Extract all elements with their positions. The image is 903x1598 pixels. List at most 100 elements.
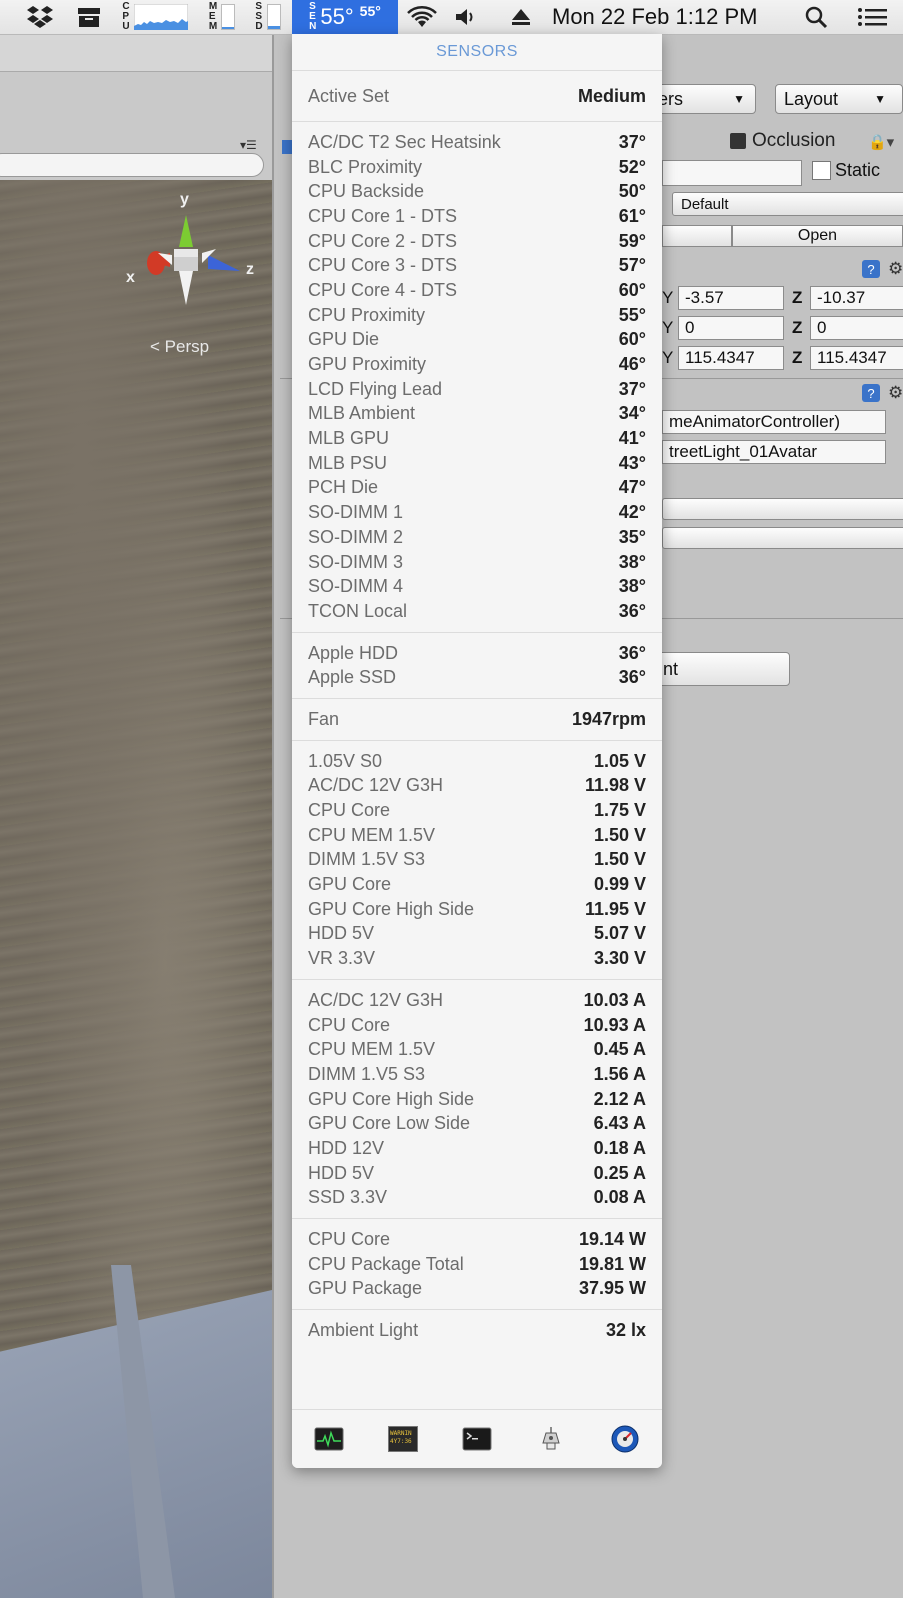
- current-sensor-row[interactable]: DIMM 1.V5 S3 1.56 A: [292, 1062, 662, 1087]
- temp-sensor-row[interactable]: GPU Proximity 46°: [292, 352, 662, 377]
- spotlight-search-icon[interactable]: [800, 0, 832, 34]
- temp-sensor-row[interactable]: MLB GPU 41°: [292, 426, 662, 451]
- position-z-field[interactable]: -10.37: [810, 286, 903, 310]
- power-sensor-row[interactable]: CPU Core 19.14 W: [292, 1227, 662, 1252]
- temp-sensor-row[interactable]: AC/DC T2 Sec Heatsink 37°: [292, 130, 662, 155]
- console-icon[interactable]: WARNIN 4Y7:36: [388, 1426, 418, 1452]
- temp-sensor-value: 55°: [618, 304, 646, 325]
- memory-monitor[interactable]: M E M: [202, 0, 242, 34]
- current-sensor-value: 1.56 A: [593, 1063, 646, 1084]
- temp-sensor-row[interactable]: CPU Core 3 - DTS 57°: [292, 253, 662, 278]
- open-button[interactable]: Open: [732, 225, 903, 247]
- voltage-sensor-row[interactable]: GPU Core 0.99 V: [292, 872, 662, 897]
- temp-sensor-row[interactable]: SO-DIMM 2 35°: [292, 525, 662, 550]
- current-sensor-row[interactable]: CPU MEM 1.5V 0.45 A: [292, 1037, 662, 1062]
- light-section: Ambient Light 32 lx: [292, 1310, 662, 1351]
- temp-sensor-row[interactable]: SO-DIMM 3 38°: [292, 550, 662, 575]
- temp-sensor-row[interactable]: BLC Proximity 52°: [292, 155, 662, 180]
- current-sensor-row[interactable]: HDD 5V 0.25 A: [292, 1161, 662, 1186]
- temp-sensor-row[interactable]: CPU Proximity 55°: [292, 303, 662, 328]
- temp-sensor-row[interactable]: LCD Flying Lead 37°: [292, 377, 662, 402]
- scene-search-input[interactable]: [0, 153, 264, 177]
- current-sensor-row[interactable]: SSD 3.3V 0.08 A: [292, 1186, 662, 1211]
- disk-utility-icon[interactable]: [610, 1425, 640, 1453]
- active-set-value[interactable]: Medium: [578, 86, 646, 107]
- current-sensor-row[interactable]: GPU Core Low Side 6.43 A: [292, 1111, 662, 1136]
- wifi-icon[interactable]: [402, 0, 442, 34]
- temp-sensor-row[interactable]: CPU Core 4 - DTS 60°: [292, 278, 662, 303]
- eject-icon[interactable]: [506, 0, 536, 34]
- rotation-z-field[interactable]: 0: [810, 316, 903, 340]
- light-sensor-row[interactable]: Ambient Light 32 lx: [292, 1318, 662, 1343]
- current-sensor-row[interactable]: HDD 12V 0.18 A: [292, 1136, 662, 1161]
- archive-icon[interactable]: [72, 0, 106, 34]
- active-set-row[interactable]: Active Set Medium: [292, 71, 662, 122]
- occlusion-tab[interactable]: Occlusion: [730, 130, 835, 152]
- activity-monitor-icon[interactable]: [314, 1426, 344, 1452]
- sensors-menu-button[interactable]: S E N 55° 55°: [292, 0, 398, 34]
- temp-sensor-row[interactable]: MLB Ambient 34°: [292, 402, 662, 427]
- avatar-field[interactable]: treetLight_01Avatar: [662, 440, 886, 464]
- notification-center-icon[interactable]: [852, 0, 892, 34]
- fan-sensor-row[interactable]: Fan 1947rpm: [292, 707, 662, 732]
- drive-sensor-row[interactable]: Apple SSD 36°: [292, 665, 662, 690]
- voltage-sensor-row[interactable]: AC/DC 12V G3H 11.98 V: [292, 774, 662, 799]
- scale-y-field[interactable]: 115.4347: [678, 346, 784, 370]
- voltage-sensor-row[interactable]: CPU MEM 1.5V 1.50 V: [292, 823, 662, 848]
- animator-help-icon[interactable]: ?: [862, 384, 880, 402]
- cpu-monitor[interactable]: C P U: [118, 0, 192, 34]
- voltage-sensor-row[interactable]: 1.05V S0 1.05 V: [292, 749, 662, 774]
- dropbox-icon[interactable]: [22, 0, 58, 34]
- name-field[interactable]: [662, 160, 802, 186]
- voltage-sensor-row[interactable]: HDD 5V 5.07 V: [292, 922, 662, 947]
- tag-dropdown[interactable]: Default: [672, 192, 903, 216]
- transform-settings-icon[interactable]: ⚙: [888, 259, 903, 279]
- clock[interactable]: Mon 22 Feb 1:12 PM: [552, 0, 782, 34]
- static-checkbox-row[interactable]: Static: [812, 160, 880, 181]
- voltage-sensor-row[interactable]: DIMM 1.5V S3 1.50 V: [292, 848, 662, 873]
- position-y-field[interactable]: -3.57: [678, 286, 784, 310]
- temp-sensor-row[interactable]: SO-DIMM 4 38°: [292, 574, 662, 599]
- scale-z-field[interactable]: 115.4347: [810, 346, 903, 370]
- power-sensor-row[interactable]: CPU Package Total 19.81 W: [292, 1252, 662, 1277]
- current-sensor-row[interactable]: GPU Core High Side 2.12 A: [292, 1087, 662, 1112]
- memory-bar-icon: [221, 4, 236, 30]
- perspective-toggle[interactable]: < Persp: [150, 337, 209, 357]
- temp-sensor-row[interactable]: GPU Die 60°: [292, 328, 662, 353]
- temp-sensor-row[interactable]: PCH Die 47°: [292, 476, 662, 501]
- voltage-section: 1.05V S0 1.05 V AC/DC 12V G3H 11.98 V CPU Co…: [292, 741, 662, 980]
- orientation-gizmo[interactable]: y x z: [126, 191, 260, 355]
- drive-sensor-row[interactable]: Apple HDD 36°: [292, 641, 662, 666]
- transform-help-icon[interactable]: ?: [862, 260, 880, 278]
- animator-settings-icon[interactable]: ⚙: [888, 383, 903, 403]
- sen-label-n: N: [309, 21, 317, 32]
- system-information-icon[interactable]: [536, 1426, 566, 1452]
- layout-dropdown[interactable]: Layout ▼: [775, 84, 903, 114]
- culling-mode-dropdown[interactable]: [662, 527, 903, 549]
- add-component-button[interactable]: nt: [654, 652, 790, 686]
- voltage-sensor-row[interactable]: VR 3.3V 3.30 V: [292, 946, 662, 971]
- terminal-icon[interactable]: [462, 1426, 492, 1452]
- power-sensor-row[interactable]: GPU Package 37.95 W: [292, 1277, 662, 1302]
- panel-menu-icon[interactable]: ▾☰: [240, 138, 270, 152]
- temp-sensor-name: CPU Proximity: [308, 304, 426, 325]
- temp-sensor-row[interactable]: SO-DIMM 1 42°: [292, 500, 662, 525]
- controller-field[interactable]: meAnimatorController): [662, 410, 886, 434]
- ssd-monitor[interactable]: S S D: [248, 0, 288, 34]
- drive-sensor-name: Apple HDD: [308, 642, 399, 663]
- temp-sensor-row[interactable]: MLB PSU 43°: [292, 451, 662, 476]
- update-mode-dropdown[interactable]: [662, 498, 903, 520]
- lock-icon[interactable]: 🔒▾: [868, 133, 894, 151]
- temp-sensor-row[interactable]: CPU Core 1 - DTS 61°: [292, 204, 662, 229]
- temp-sensor-row[interactable]: CPU Backside 50°: [292, 179, 662, 204]
- voltage-sensor-row[interactable]: GPU Core High Side 11.95 V: [292, 897, 662, 922]
- rotation-y-field[interactable]: 0: [678, 316, 784, 340]
- temp-sensor-row[interactable]: TCON Local 36°: [292, 599, 662, 624]
- voltage-sensor-row[interactable]: CPU Core 1.75 V: [292, 798, 662, 823]
- temp-sensor-row[interactable]: CPU Core 2 - DTS 59°: [292, 229, 662, 254]
- select-button[interactable]: [662, 225, 732, 247]
- static-checkbox[interactable]: [812, 161, 831, 180]
- current-sensor-row[interactable]: AC/DC 12V G3H 10.03 A: [292, 988, 662, 1013]
- current-sensor-row[interactable]: CPU Core 10.93 A: [292, 1013, 662, 1038]
- volume-icon[interactable]: [452, 0, 482, 34]
